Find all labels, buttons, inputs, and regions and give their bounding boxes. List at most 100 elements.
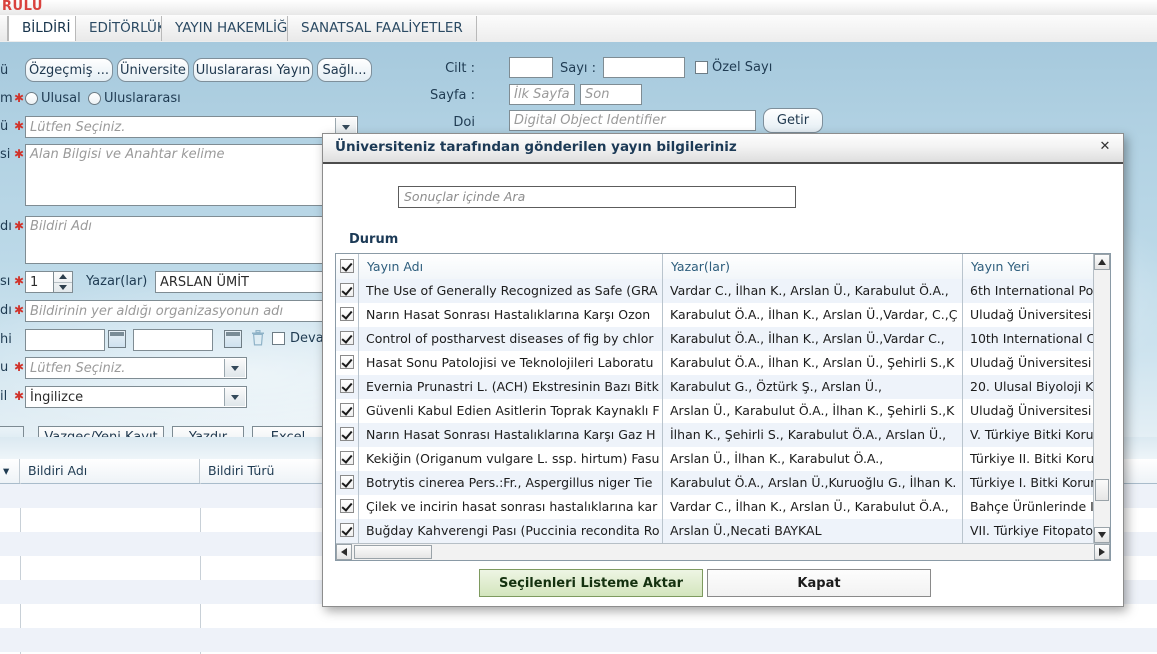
scroll-down-icon[interactable] [1094, 527, 1110, 543]
row-checkbox[interactable] [340, 331, 354, 345]
table-row[interactable]: Narın Hasat Sonrası Hastalıklarına Karşı… [336, 423, 1093, 447]
radio-ulusal[interactable] [25, 92, 38, 105]
required-marker-dil: ✱ [14, 389, 25, 403]
grid-col-yazarlar[interactable]: Yazar(lar) [663, 254, 962, 279]
input-cilt[interactable] [509, 57, 553, 78]
source-button-universite[interactable]: Üniversite [117, 58, 189, 82]
grid-col-yayin-adi[interactable]: Yayın Adı [359, 254, 662, 279]
chevron-down-icon-ulke[interactable] [224, 359, 245, 377]
getir-button[interactable]: Getir [763, 108, 823, 133]
dialog-title: Üniversiteniz tarafından gönderilen yayı… [335, 139, 737, 155]
select-turu[interactable]: Lütfen Seçiniz. [25, 116, 358, 138]
input-son-sayfa[interactable]: Son [580, 84, 642, 105]
table-row[interactable]: Çilek ve incirin hasat sonrası hastalıkl… [336, 495, 1093, 519]
tab-bildiri[interactable]: BİLDİRİ [8, 16, 85, 41]
row-checkbox[interactable] [340, 379, 354, 393]
select-dil[interactable]: İngilizce [25, 386, 247, 408]
cell-yayin-yeri: V. Türkiye Bitki Korum [970, 427, 1093, 442]
cell-yayin-yeri: Uludağ Üniversitesi Bi [970, 355, 1093, 370]
label-ulke: u [0, 360, 9, 375]
table-row[interactable]: Kekiğin (Origanum vulgare L. ssp. hirtum… [336, 447, 1093, 471]
table-row[interactable]: Buğday Kahverengi Pası (Puccinia recondi… [336, 519, 1093, 543]
cell-yazarlar: Karabulut Ö.A., İlhan K., Arslan Ü.,Vard… [670, 307, 958, 322]
required-marker-yazar-sayisi: ✱ [14, 274, 25, 288]
grid-horizontal-scrollbar[interactable] [336, 543, 1110, 560]
cell-yayin-adi: Narın Hasat Sonrası Hastalıklarına Karşı… [366, 427, 656, 442]
select-all-checkbox[interactable] [340, 259, 354, 273]
table-row[interactable]: The Use of Generally Recognized as Safe … [336, 279, 1093, 303]
required-marker-kapsam: ✱ [14, 91, 25, 105]
label-alan: si [0, 147, 11, 162]
scroll-left-icon[interactable] [336, 544, 352, 560]
close-button[interactable]: Kapat [707, 569, 931, 597]
label-kaynak: ü [0, 63, 9, 78]
input-doi[interactable]: Digital Object Identifier [509, 110, 756, 131]
cell-yayin-adi: Botrytis cinerea Pers.:Fr., Aspergillus … [366, 475, 653, 490]
input-organizasyon[interactable]: Bildirinin yer aldığı organizasyonun adı [25, 300, 358, 322]
lower-grid-sort-indicator[interactable]: ▾ [0, 459, 20, 483]
scroll-up-icon[interactable] [1094, 254, 1110, 270]
table-row[interactable]: Botrytis cinerea Pers.:Fr., Aspergillus … [336, 471, 1093, 495]
cell-yayin-adi: Evernia Prunastri L. (ACH) Ekstresinin B… [366, 379, 659, 394]
delete-icon[interactable] [251, 330, 265, 346]
vertical-scroll-thumb[interactable] [1095, 479, 1109, 501]
yazar-sayisi-stepper[interactable] [53, 271, 73, 293]
row-checkbox[interactable] [340, 283, 354, 297]
calendar-icon-end[interactable] [224, 330, 242, 348]
table-row[interactable]: Narın Hasat Sonrası Hastalıklarına Karşı… [336, 303, 1093, 327]
stepper-up-icon[interactable] [54, 272, 72, 283]
grid-vertical-scrollbar[interactable] [1093, 254, 1110, 543]
tab-yayin-hakemligi[interactable]: YAYIN HAKEMLİĞİ [161, 16, 306, 41]
table-row[interactable]: Hasat Sonu Patolojisi ve Teknolojileri L… [336, 351, 1093, 375]
lower-grid-col-bildiri-adi[interactable]: Bildiri Adı [20, 459, 200, 483]
chevron-down-icon-dil[interactable] [224, 388, 245, 406]
label-ozel-sayi: Özel Sayı [712, 60, 773, 75]
table-row[interactable]: Evernia Prunastri L. (ACH) Ekstresinin B… [336, 375, 1093, 399]
row-checkbox[interactable] [340, 355, 354, 369]
application-page: RULU BİLDİRİ EDİTÖRLÜK YAYIN HAKEMLİĞİ S… [0, 0, 1157, 654]
row-checkbox[interactable] [340, 475, 354, 489]
horizontal-scroll-thumb[interactable] [354, 545, 432, 559]
grid-body: The Use of Generally Recognized as Safe … [336, 279, 1093, 543]
row-checkbox[interactable] [340, 451, 354, 465]
scroll-right-icon[interactable] [1094, 544, 1110, 560]
cell-yayin-adi: Buğday Kahverengi Pası (Puccinia recondi… [366, 523, 660, 538]
cell-yayin-yeri: Uludağ Üniversitesi Bi [970, 307, 1093, 322]
search-input[interactable]: Sonuçlar içinde Ara [398, 186, 796, 208]
close-icon[interactable]: ✕ [1097, 138, 1113, 154]
row-checkbox[interactable] [340, 499, 354, 513]
row-checkbox[interactable] [340, 307, 354, 321]
checkbox-ozel-sayi[interactable] [695, 61, 708, 74]
cell-yayin-yeri: 20. Ulusal Biyoloji Kon [970, 379, 1093, 394]
cell-yazarlar: Karabulut Ö.A., Arslan Ü.,Kuruoğlu G., İ… [670, 475, 957, 490]
stepper-down-icon[interactable] [54, 283, 72, 293]
row-checkbox[interactable] [340, 523, 354, 537]
label-doi: Doi [453, 115, 475, 130]
table-row[interactable]: Control of postharvest diseases of fig b… [336, 327, 1093, 351]
source-button-uluslararasi-yayin[interactable]: Uluslararası Yayın [193, 58, 313, 82]
row-checkbox[interactable] [340, 403, 354, 417]
input-baslangic-tarihi[interactable] [25, 329, 105, 351]
input-bitis-tarihi[interactable] [133, 329, 213, 351]
radio-uluslararasi[interactable] [88, 92, 101, 105]
input-ilk-sayfa[interactable]: İlk Sayfa [509, 84, 575, 105]
table-row[interactable] [0, 628, 1157, 652]
tab-sanatsal-faaliyetler[interactable]: SANATSAL FAALİYETLER [287, 16, 477, 41]
row-checkbox[interactable] [340, 427, 354, 441]
cell-yayin-adi: The Use of Generally Recognized as Safe … [366, 283, 658, 298]
cell-yazarlar: İlhan K., Şehirli S., Karabulut Ö.A., Ar… [670, 427, 947, 442]
cell-yayin-adi: Kekiğin (Origanum vulgare L. ssp. hirtum… [366, 451, 660, 466]
select-ulke[interactable]: Lütfen Seçiniz. [25, 357, 247, 379]
table-row[interactable] [0, 604, 1157, 628]
source-button-ozgecmis[interactable]: Özgeçmiş ... [25, 58, 113, 82]
textarea-bildiri-adi[interactable]: Bildiri Adı [25, 216, 358, 264]
textarea-alan-bilgisi[interactable]: Alan Bilgisi ve Anahtar kelime [25, 144, 358, 206]
calendar-icon-start[interactable] [108, 330, 126, 348]
source-button-sagli[interactable]: Sağlı... [317, 58, 372, 82]
input-sayi[interactable] [603, 57, 685, 78]
tab-partial-left[interactable] [0, 16, 8, 41]
transfer-selected-button[interactable]: Seçilenleri Listeme Aktar [479, 569, 703, 597]
grid-col-yayin-yeri[interactable]: Yayın Yeri [963, 254, 1095, 279]
checkbox-devam[interactable] [272, 332, 285, 345]
table-row[interactable]: Güvenli Kabul Edien Asitlerin Toprak Kay… [336, 399, 1093, 423]
